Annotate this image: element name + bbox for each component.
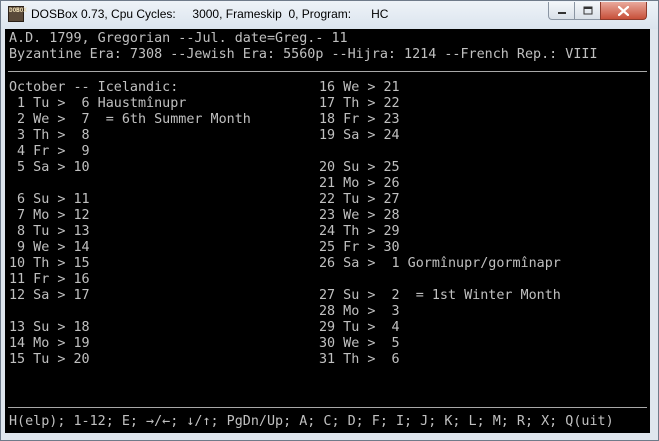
- calendar-row: 18 Fr > 23: [319, 112, 400, 127]
- dosbox-app-icon[interactable]: DOS BOX: [8, 6, 27, 22]
- minimize-button[interactable]: [548, 2, 575, 20]
- title-bar[interactable]: DOS BOX DOSBox 0.73, Cpu Cycles: 3000, F…: [1, 1, 658, 29]
- calendar-left-column: October -- Icelandic: 1 Tu > 6 Haustmînu…: [9, 80, 251, 368]
- calendar-row: 10 Th > 15: [9, 256, 90, 271]
- close-icon: [618, 5, 629, 16]
- calendar-row: 19 Sa > 24: [319, 128, 400, 143]
- app-icon-text-bottom: BOX: [16, 7, 27, 14]
- calendar-row: 21 Mo > 26: [319, 176, 400, 191]
- calendar-row: 2 We > 7 = 6th Summer Month: [9, 112, 251, 127]
- calendar-row: 31 Th > 6: [319, 352, 400, 367]
- calendar-row: 23 We > 28: [319, 208, 400, 223]
- calendar-row: 13 Su > 18: [9, 320, 90, 335]
- calendar-row: 28 Mo > 3: [319, 304, 400, 319]
- calendar-right-column: 16 We > 21 17 Th > 22 18 Fr > 23 19 Sa >…: [319, 80, 561, 368]
- calendar-row: 8 Tu > 13: [9, 224, 90, 239]
- dosbox-window: DOS BOX DOSBox 0.73, Cpu Cycles: 3000, F…: [0, 0, 659, 441]
- calendar-row: 11 Fr > 16: [9, 272, 90, 287]
- calendar-row: 25 Fr > 30: [319, 240, 400, 255]
- key-help-line: H(elp); 1-12; E; →/←; ↓/↑; PgDn/Up; A; C…: [9, 414, 614, 429]
- calendar-row: 9 We > 14: [9, 240, 90, 255]
- calendar-row: 6 Su > 11: [9, 192, 90, 207]
- calendar-row: 1 Tu > 6 Haustmînupr: [9, 96, 187, 111]
- calendar-row: 16 We > 21: [319, 80, 400, 95]
- calendar-row: 14 Mo > 19: [9, 336, 90, 351]
- footer-divider: [8, 407, 647, 408]
- calendar-row: 4 Fr > 9: [9, 144, 90, 159]
- maximize-button[interactable]: [574, 2, 601, 20]
- calendar-row: October -- Icelandic:: [9, 80, 179, 95]
- calendar-row: 17 Th > 22: [319, 96, 400, 111]
- close-button[interactable]: [600, 2, 647, 20]
- calendar-row: 29 Tu > 4: [319, 320, 400, 335]
- calendar-row: 24 Th > 29: [319, 224, 400, 239]
- calendar-row: 20 Su > 25: [319, 160, 400, 175]
- calendar-row: 26 Sa > 1 Gormînupr/gormînapr: [319, 256, 561, 271]
- calendar-row: 15 Tu > 20: [9, 352, 90, 367]
- calendar-row: 30 We > 5: [319, 336, 400, 351]
- calendar-row: 27 Su > 2 = 1st Winter Month: [319, 288, 561, 303]
- window-title: DOSBox 0.73, Cpu Cycles: 3000, Frameskip…: [31, 7, 389, 21]
- app-icon-text-top: DOS: [9, 7, 20, 14]
- calendar-row: 12 Sa > 17: [9, 288, 90, 303]
- header-divider: [8, 71, 647, 72]
- calendar-row: 5 Sa > 10: [9, 160, 90, 175]
- date-header: A.D. 1799, Gregorian --Jul. date=Greg.- …: [9, 31, 598, 63]
- calendar-row: 22 Tu > 27: [319, 192, 400, 207]
- calendar-row: 7 Mo > 12: [9, 208, 90, 223]
- gregorian-date-line: A.D. 1799, Gregorian --Jul. date=Greg.- …: [9, 31, 348, 46]
- minimize-icon: [557, 11, 566, 14]
- calendar-row: 3 Th > 8: [9, 128, 90, 143]
- maximize-icon: [583, 6, 592, 15]
- eras-line: Byzantine Era: 7308 --Jewish Era: 5560p …: [9, 47, 598, 62]
- dos-screen[interactable]: A.D. 1799, Gregorian --Jul. date=Greg.- …: [5, 29, 650, 433]
